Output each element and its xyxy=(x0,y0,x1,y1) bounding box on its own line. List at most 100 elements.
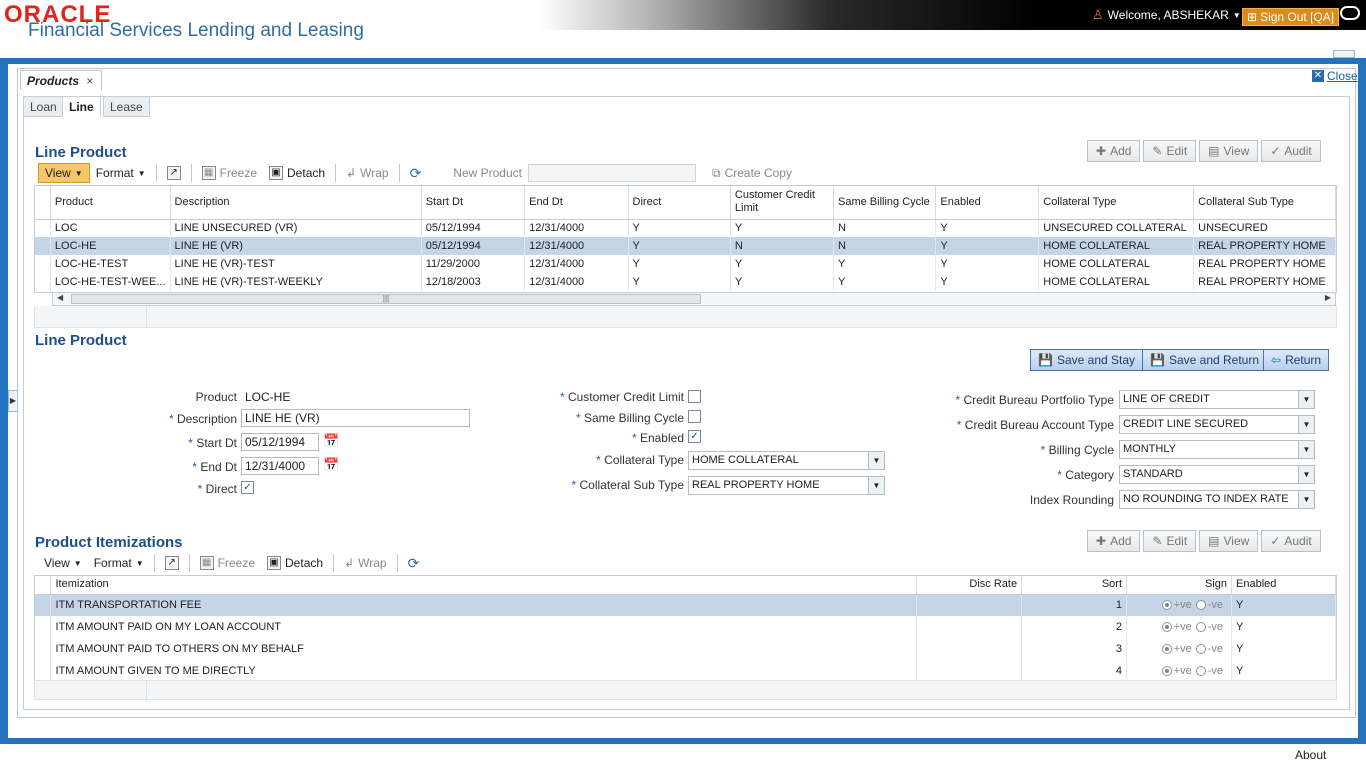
collapse-header-handle[interactable] xyxy=(1333,50,1355,58)
table-cell: LINE UNSECURED (VR) xyxy=(170,219,422,237)
table-row[interactable]: LOC-HE-TEST-WEE... LINE HE (VR)-TEST-WEEK… xyxy=(35,273,1336,291)
calendar-icon[interactable]: 📅 xyxy=(323,433,339,449)
calendar-icon[interactable]: 📅 xyxy=(323,457,339,473)
freeze-button[interactable]: ▦ Freeze xyxy=(194,553,261,573)
sign-negative-radio[interactable] xyxy=(1195,644,1206,655)
sign-out-button[interactable]: ⊞ Sign Out [QA] xyxy=(1242,8,1340,26)
detach-button[interactable]: ▣ Detach xyxy=(261,553,329,573)
row-header-cell[interactable] xyxy=(35,273,51,291)
table-row[interactable]: ITM AMOUNT PAID ON MY LOAN ACCOUNT 2 +ve -v… xyxy=(35,616,1336,638)
table-row[interactable]: ITM AMOUNT GIVEN TO ME DIRECTLY 4 +ve -ve Y xyxy=(35,660,1336,680)
col-sort[interactable]: Sort xyxy=(1021,576,1128,595)
export-button[interactable]: ↗ xyxy=(161,163,187,183)
close-tab-icon[interactable]: × xyxy=(86,74,93,88)
refresh-button[interactable]: ⟳ xyxy=(402,553,426,573)
view-itemization-button[interactable]: ▤ View xyxy=(1199,530,1259,552)
col-enabled[interactable]: Enabled xyxy=(935,186,1040,220)
col-itemization[interactable]: Itemization xyxy=(50,576,918,595)
row-header-cell[interactable] xyxy=(35,594,52,616)
row-header-cell[interactable] xyxy=(35,255,51,273)
col-collateral-type[interactable]: Collateral Type xyxy=(1038,186,1195,220)
col-product[interactable]: Product xyxy=(50,186,171,220)
direct-checkbox[interactable]: ✓ xyxy=(241,481,254,494)
col-sign[interactable]: Sign xyxy=(1126,576,1232,595)
col-enabled[interactable]: Enabled xyxy=(1231,576,1336,595)
table-row[interactable]: LOC-HE LINE HE (VR) 05/12/1994 12/31/4000 Y N… xyxy=(35,237,1336,255)
sign-negative-radio[interactable] xyxy=(1195,600,1206,611)
new-product-input[interactable] xyxy=(528,164,696,182)
end-dt-input[interactable]: 12/31/4000 xyxy=(241,457,319,475)
col-disc-rate[interactable]: Disc Rate xyxy=(916,576,1023,595)
enabled-checkbox[interactable]: ✓ xyxy=(688,430,701,443)
view-menu[interactable]: View ▼ xyxy=(38,553,88,573)
collateral-sub-type-select[interactable]: REAL PROPERTY HOME ▼ xyxy=(688,476,885,495)
sign-positive-radio[interactable] xyxy=(1161,622,1172,633)
freeze-button[interactable]: ▦ Freeze xyxy=(196,163,263,183)
row-header-cell[interactable] xyxy=(35,660,52,680)
customer-credit-limit-checkbox[interactable] xyxy=(688,390,701,403)
add-itemization-button[interactable]: ✚ Add xyxy=(1087,530,1141,552)
collateral-type-select[interactable]: HOME COLLATERAL ▼ xyxy=(688,451,885,470)
row-header-cell[interactable] xyxy=(35,616,52,638)
sign-negative-radio[interactable] xyxy=(1195,622,1206,633)
index-rounding-select[interactable]: NO ROUNDING TO INDEX RATE ▼ xyxy=(1119,490,1315,509)
col-same-billing-cycle[interactable]: Same Billing Cycle xyxy=(833,186,937,220)
scroll-right-icon[interactable]: ▶ xyxy=(1325,293,1331,302)
sign-positive-radio[interactable] xyxy=(1161,600,1172,611)
description-input[interactable]: LINE HE (VR) xyxy=(241,409,470,427)
col-direct[interactable]: Direct xyxy=(628,186,731,220)
same-billing-cycle-checkbox[interactable] xyxy=(688,410,701,423)
table-row[interactable]: ITM AMOUNT PAID TO OTHERS ON MY BEHALF 3 +… xyxy=(35,638,1336,660)
export-button[interactable]: ↗ xyxy=(159,553,185,573)
billing-cycle-select[interactable]: MONTHLY ▼ xyxy=(1119,440,1315,459)
view-menu[interactable]: View ▼ xyxy=(38,163,90,183)
scroll-left-icon[interactable]: ◀ xyxy=(57,293,63,302)
refresh-button[interactable]: ⟳ xyxy=(404,163,428,183)
sign-negative-radio[interactable] xyxy=(1195,666,1206,677)
format-menu[interactable]: Format ▼ xyxy=(90,163,152,183)
power-icon[interactable] xyxy=(1340,6,1360,20)
tab-lease[interactable]: Lease xyxy=(103,96,150,117)
return-button[interactable]: ⇦ Return xyxy=(1263,349,1330,371)
add-button[interactable]: ✚ Add xyxy=(1087,140,1141,162)
start-dt-input[interactable]: 05/12/1994 xyxy=(241,433,319,451)
enabled-label-text: Enabled xyxy=(639,431,684,445)
close-button[interactable]: ✕ Close xyxy=(1312,69,1358,83)
row-header-cell[interactable] xyxy=(35,638,52,660)
disc-rate-cell xyxy=(916,638,1023,660)
cb-account-type-select[interactable]: CREDIT LINE SECURED ▼ xyxy=(1119,415,1315,434)
horizontal-scrollbar[interactable]: ◀ ||| ▶ xyxy=(52,292,1336,306)
table-row[interactable]: ITM TRANSPORTATION FEE 1 +ve -ve Y xyxy=(35,594,1336,616)
col-description[interactable]: Description xyxy=(170,186,422,220)
scrollbar-thumb[interactable]: ||| xyxy=(71,294,701,304)
format-menu[interactable]: Format ▼ xyxy=(88,553,150,573)
wrap-button[interactable]: ↲ Wrap xyxy=(338,553,393,573)
tab-loan[interactable]: Loan xyxy=(23,96,64,117)
row-header-cell[interactable] xyxy=(35,237,51,255)
create-copy-button[interactable]: ⧉ Create Copy xyxy=(706,163,798,183)
view-button[interactable]: ▤ View xyxy=(1199,140,1259,162)
audit-button[interactable]: ✓ Audit xyxy=(1261,140,1321,162)
col-collateral-sub-type[interactable]: Collateral Sub Type xyxy=(1193,186,1336,220)
detach-button[interactable]: ▣ Detach xyxy=(263,163,331,183)
wrap-button[interactable]: ↲ Wrap xyxy=(340,163,395,183)
edit-itemization-button[interactable]: ✎ Edit xyxy=(1143,530,1197,552)
category-select[interactable]: STANDARD ▼ xyxy=(1119,465,1315,484)
edit-button[interactable]: ✎ Edit xyxy=(1143,140,1197,162)
save-and-return-button[interactable]: 💾 Save and Return xyxy=(1142,349,1268,371)
user-menu[interactable]: ♙ Welcome, ABSHEKAR ▼ xyxy=(1092,7,1241,23)
doc-tab-products[interactable]: Products × xyxy=(20,70,103,90)
col-customer-credit-limit[interactable]: Customer Credit Limit xyxy=(730,186,835,220)
about-link[interactable]: About xyxy=(1295,748,1326,762)
col-start-dt[interactable]: Start Dt xyxy=(421,186,526,220)
cb-portfolio-type-select[interactable]: LINE OF CREDIT ▼ xyxy=(1119,390,1315,409)
audit-itemization-button[interactable]: ✓ Audit xyxy=(1261,530,1321,552)
tab-line[interactable]: Line xyxy=(62,96,101,117)
row-header-cell[interactable] xyxy=(35,219,51,237)
table-row[interactable]: LOC LINE UNSECURED (VR) 05/12/1994 12/31/40… xyxy=(35,219,1336,237)
sign-positive-radio[interactable] xyxy=(1161,666,1172,677)
table-row[interactable]: LOC-HE-TEST LINE HE (VR)-TEST 11/29/2000 12… xyxy=(35,255,1336,273)
save-and-stay-button[interactable]: 💾 Save and Stay xyxy=(1030,349,1144,371)
sign-positive-radio[interactable] xyxy=(1161,644,1172,655)
col-end-dt[interactable]: End Dt xyxy=(524,186,629,220)
